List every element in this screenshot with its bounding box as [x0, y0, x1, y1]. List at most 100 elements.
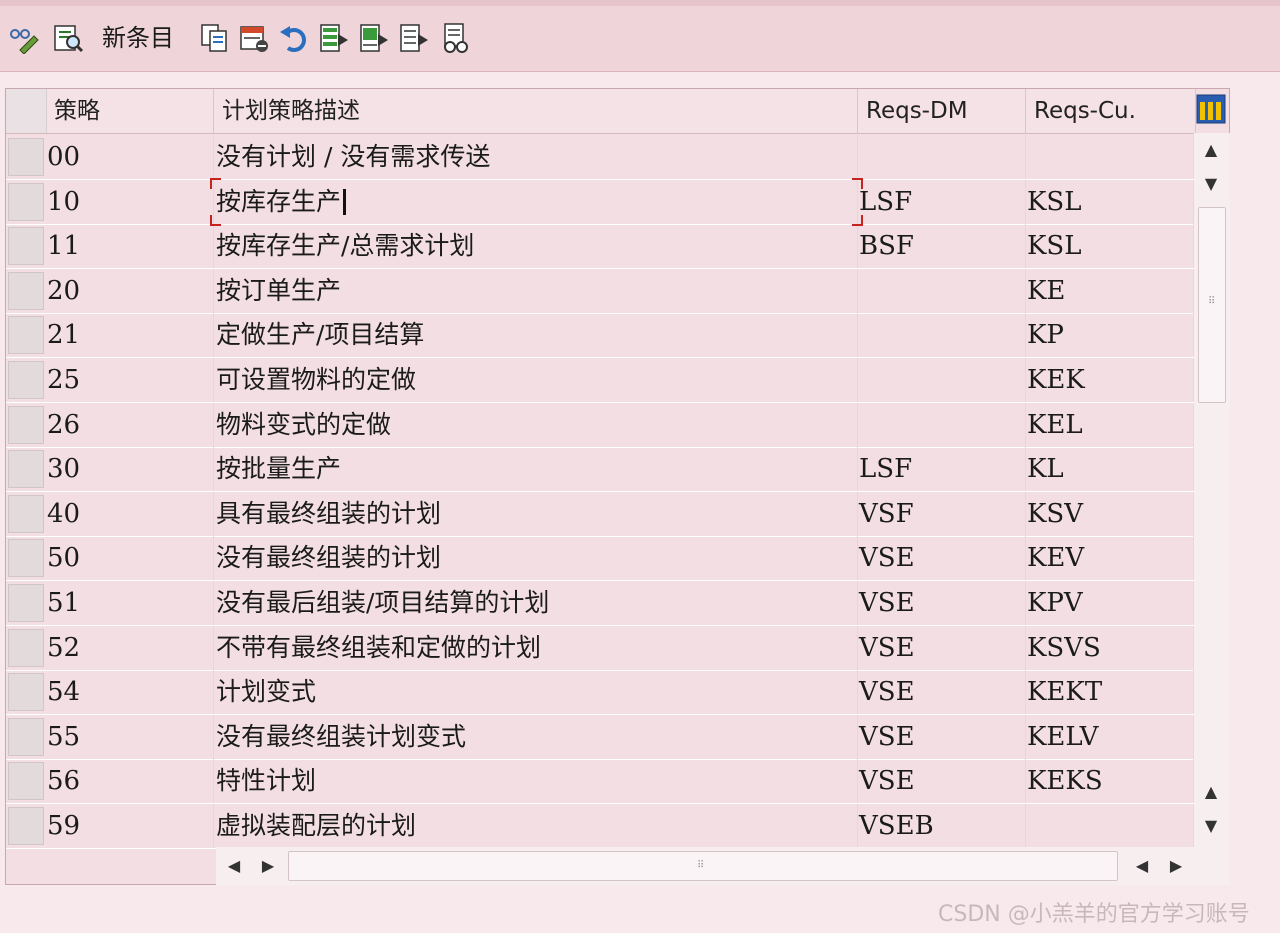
cell-reqs-dm: VSE	[858, 670, 1026, 715]
cell-strategy: 21	[46, 313, 214, 358]
vertical-scrollbar[interactable]: ▲ ▼ ⠿ ▲ ▼	[1194, 133, 1230, 847]
cell-reqs-cu: KP	[1026, 313, 1194, 358]
horizontal-scroll-thumb[interactable]: ⠿	[288, 851, 1118, 881]
table-row[interactable]: 21 定做生产/项目结算 KP	[6, 313, 1194, 359]
table-row[interactable]: 10 按库存生产 LSF KSL	[6, 179, 1194, 225]
row-select-button[interactable]	[8, 717, 44, 756]
cell-reqs-dm: VSEB	[858, 804, 1026, 848]
cell-description[interactable]: 按库存生产	[214, 179, 858, 224]
table-row[interactable]: 00 没有计划 / 没有需求传送	[6, 135, 1194, 180]
row-select-button[interactable]	[8, 405, 44, 444]
strategy-table: 策略 计划策略描述 Reqs-DM Reqs-Cu. 00 没有计划 / 没有需求…	[5, 88, 1230, 885]
column-settings-icon[interactable]	[1196, 93, 1226, 125]
cell-strategy: 50	[46, 536, 214, 581]
table-row[interactable]: 56 特性计划 VSE KEKS	[6, 759, 1194, 805]
cell-reqs-cu: KEL	[1026, 402, 1194, 447]
cell-strategy: 30	[46, 447, 214, 492]
scroll-right-icon[interactable]: ▶	[256, 853, 280, 879]
page-down-icon[interactable]: ▼	[1198, 171, 1224, 197]
cell-reqs-dm	[858, 313, 1026, 358]
new-entries-button[interactable]: 新条目	[102, 24, 174, 52]
cell-description[interactable]: 没有最终组装的计划	[214, 536, 858, 581]
table-row[interactable]: 55 没有最终组装计划变式 VSE KELV	[6, 714, 1194, 760]
cell-reqs-dm: VSF	[858, 491, 1026, 536]
cell-description[interactable]: 按库存生产/总需求计划	[214, 224, 858, 269]
table-row[interactable]: 20 按订单生产 KE	[6, 268, 1194, 314]
page-up-icon[interactable]: ▲	[1198, 779, 1224, 805]
cell-description[interactable]: 不带有最终组装和定做的计划	[214, 625, 858, 670]
row-select-button[interactable]	[8, 316, 44, 355]
cell-description[interactable]: 没有最终组装计划变式	[214, 714, 858, 759]
display-change-icon[interactable]	[8, 22, 40, 54]
cell-reqs-cu: KSVS	[1026, 625, 1194, 670]
delete-icon[interactable]	[238, 22, 270, 54]
select-block-icon[interactable]	[358, 22, 390, 54]
row-select-button[interactable]	[8, 494, 44, 533]
table-row[interactable]: 40 具有最终组装的计划 VSF KSV	[6, 491, 1194, 537]
cell-description[interactable]: 具有最终组装的计划	[214, 491, 858, 536]
scroll-up-icon[interactable]: ▲	[1198, 137, 1224, 163]
row-select-button[interactable]	[8, 271, 44, 310]
vertical-scroll-thumb[interactable]: ⠿	[1198, 207, 1226, 403]
cell-description[interactable]: 按订单生产	[214, 268, 858, 313]
cell-strategy: 10	[46, 179, 214, 224]
horizontal-scrollbar[interactable]: ◀ ▶ ⠿ ◀ ▶	[216, 847, 1230, 885]
details-icon[interactable]	[52, 22, 84, 54]
row-select-button[interactable]	[8, 138, 44, 176]
scroll-down-icon[interactable]: ▼	[1198, 813, 1224, 839]
header-reqs-cu[interactable]: Reqs-Cu.	[1026, 89, 1196, 133]
cell-description[interactable]: 没有最后组装/项目结算的计划	[214, 581, 858, 625]
select-all-icon[interactable]	[318, 22, 350, 54]
cell-description[interactable]: 定做生产/项目结算	[214, 313, 858, 358]
row-select-button[interactable]	[8, 182, 44, 221]
cell-description[interactable]: 计划变式	[214, 670, 858, 715]
table-row[interactable]: 30 按批量生产 LSF KL	[6, 447, 1194, 493]
print-icon[interactable]	[440, 22, 472, 54]
table-row[interactable]: 11 按库存生产/总需求计划 BSF KSL	[6, 224, 1194, 270]
table-row[interactable]: 25 可设置物料的定做 KEK	[6, 358, 1194, 403]
cell-description[interactable]: 可设置物料的定做	[214, 358, 858, 402]
table-row[interactable]: 51 没有最后组装/项目结算的计划 VSE KPV	[6, 581, 1194, 626]
copy-icon[interactable]	[198, 22, 230, 54]
cell-strategy: 20	[46, 268, 214, 313]
cell-description[interactable]: 按批量生产	[214, 447, 858, 492]
table-row[interactable]: 54 计划变式 VSE KEKT	[6, 670, 1194, 716]
cell-reqs-dm	[858, 358, 1026, 402]
row-select-button[interactable]	[8, 539, 44, 578]
row-select-button[interactable]	[8, 227, 44, 266]
header-strategy[interactable]: 策略	[46, 89, 214, 133]
cell-strategy: 52	[46, 625, 214, 670]
table-row[interactable]: 50 没有最终组装的计划 VSE KEV	[6, 536, 1194, 582]
cell-reqs-dm: VSE	[858, 536, 1026, 581]
table-row[interactable]: 59 虚拟装配层的计划 VSEB	[6, 804, 1194, 849]
row-select-button[interactable]	[8, 584, 44, 622]
page-right-icon[interactable]: ▶	[1164, 853, 1188, 879]
cell-description[interactable]: 物料变式的定做	[214, 402, 858, 447]
cell-description[interactable]: 特性计划	[214, 759, 858, 804]
page-left-icon[interactable]: ◀	[1130, 853, 1154, 879]
watermark: CSDN @小羔羊的官方学习账号	[938, 902, 1250, 927]
deselect-all-icon[interactable]	[398, 22, 430, 54]
cell-reqs-cu: KE	[1026, 268, 1194, 313]
scroll-left-icon[interactable]: ◀	[222, 853, 246, 879]
cell-strategy: 00	[46, 135, 214, 179]
select-all-cell[interactable]	[6, 89, 47, 133]
table-row[interactable]: 52 不带有最终组装和定做的计划 VSE KSVS	[6, 625, 1194, 671]
cell-strategy: 25	[46, 358, 214, 402]
row-select-button[interactable]	[8, 628, 44, 667]
focus-frame-corner	[852, 215, 863, 227]
row-select-button[interactable]	[8, 361, 44, 399]
cell-strategy: 55	[46, 714, 214, 759]
cell-description[interactable]: 虚拟装配层的计划	[214, 804, 858, 848]
row-select-button[interactable]	[8, 450, 44, 489]
cell-reqs-cu: KSV	[1026, 491, 1194, 536]
row-select-button[interactable]	[8, 673, 44, 712]
row-select-button[interactable]	[8, 762, 44, 801]
focus-frame-corner	[210, 177, 221, 189]
undo-icon[interactable]	[278, 22, 310, 54]
cell-description[interactable]: 没有计划 / 没有需求传送	[214, 135, 858, 179]
table-row[interactable]: 26 物料变式的定做 KEL	[6, 402, 1194, 448]
header-description[interactable]: 计划策略描述	[214, 89, 858, 133]
header-reqs-dm[interactable]: Reqs-DM	[858, 89, 1026, 133]
row-select-button[interactable]	[8, 807, 44, 845]
